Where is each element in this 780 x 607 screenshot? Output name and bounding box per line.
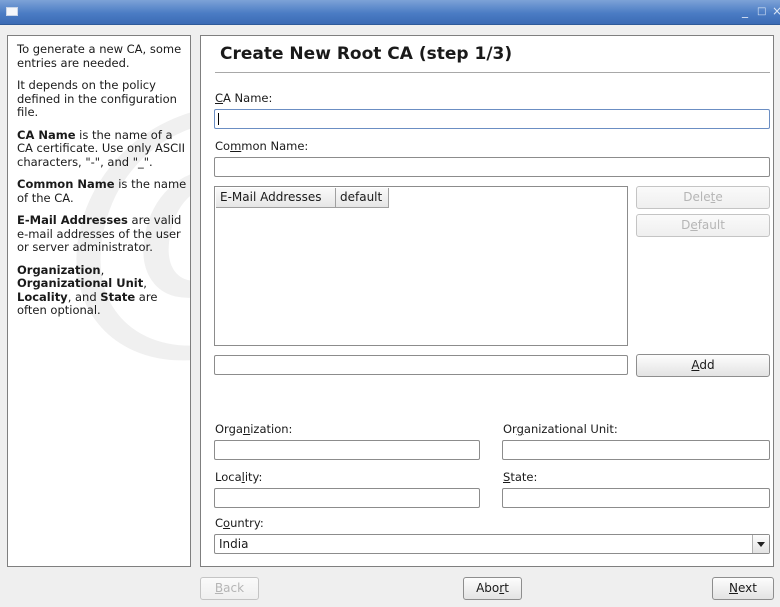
help-policy: It depends on the policy defined in the …: [17, 78, 177, 119]
delete-button[interactable]: Delete: [636, 186, 770, 209]
abort-button[interactable]: Abort: [463, 577, 522, 600]
page-title: Create New Root CA (step 1/3): [220, 44, 513, 64]
help-optional: Organization, Organizational Unit, Local…: [17, 262, 158, 317]
maximize-icon[interactable]: □: [757, 4, 766, 20]
column-header-email[interactable]: E-Mail Addresses: [216, 188, 336, 208]
table-body[interactable]: [216, 209, 626, 344]
help-intro: To generate a new CA, some entries are n…: [17, 42, 182, 70]
organization-input[interactable]: [214, 440, 480, 460]
help-panel: @ To generate a new CA, some entries are…: [7, 35, 191, 567]
state-label: State:: [503, 470, 538, 484]
close-icon[interactable]: ×: [772, 3, 780, 19]
email-input[interactable]: [214, 355, 628, 375]
country-select[interactable]: India: [214, 534, 770, 554]
column-header-default[interactable]: default: [336, 188, 389, 208]
ca-name-label: CA Name:: [215, 91, 273, 105]
locality-label: Locality:: [215, 470, 263, 484]
help-text: To generate a new CA, some entries are n…: [17, 42, 187, 327]
back-button[interactable]: Back: [200, 577, 259, 600]
organization-label: Organization:: [215, 422, 293, 436]
help-common-name: Common Name is the name of the CA.: [17, 177, 187, 205]
main-panel: Create New Root CA (step 1/3) CA Name: C…: [200, 35, 774, 567]
org-unit-label: Organizational Unit:: [503, 422, 618, 436]
help-ca-name: CA Name is the name of a CA certificate.…: [17, 127, 185, 169]
next-button[interactable]: Next: [712, 577, 774, 600]
common-name-label: Common Name:: [215, 139, 309, 153]
help-email: E-Mail Addresses are valid e-mail addres…: [17, 213, 182, 254]
minimize-icon[interactable]: _: [742, 3, 748, 19]
title-divider: [215, 72, 770, 73]
window-icon[interactable]: [6, 7, 18, 16]
country-label: Country:: [215, 516, 264, 530]
chevron-down-icon[interactable]: [752, 535, 769, 553]
ca-name-input[interactable]: [214, 109, 770, 129]
common-name-input[interactable]: [214, 157, 770, 177]
text-caret: [218, 113, 219, 125]
email-addresses-table[interactable]: E-Mail Addresses default: [214, 186, 628, 346]
org-unit-input[interactable]: [502, 440, 770, 460]
default-button[interactable]: Default: [636, 214, 770, 237]
add-button[interactable]: Add: [636, 354, 770, 377]
country-select-value: India: [219, 537, 249, 551]
window-titlebar: _ □ ×: [0, 0, 780, 25]
state-input[interactable]: [502, 488, 770, 508]
locality-input[interactable]: [214, 488, 480, 508]
table-header: E-Mail Addresses default: [216, 188, 389, 208]
